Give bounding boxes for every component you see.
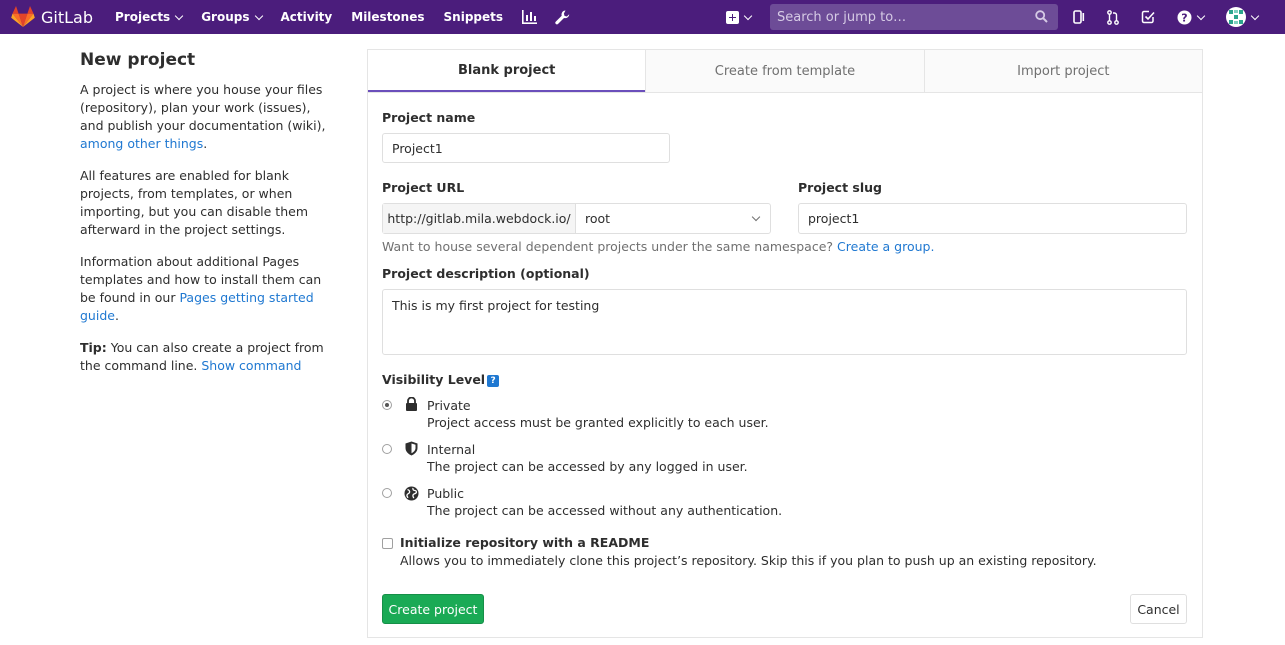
project-url-group: http://gitlab.mila.webdock.io/ root [382, 203, 771, 234]
project-slug-label: Project slug [798, 180, 882, 195]
info-paragraph-3: Information about additional Pages templ… [80, 253, 335, 325]
lock-icon [406, 397, 417, 411]
visibility-level-label: Visibility Level? [382, 372, 500, 387]
tab-blank-project[interactable]: Blank project [368, 50, 646, 92]
nav-projects-label: Projects [115, 10, 171, 24]
initialize-readme-label[interactable]: Initialize repository with a README [400, 535, 649, 550]
info-paragraph-1: A project is where you house your files … [80, 81, 335, 153]
page-title: New project [80, 50, 196, 70]
info-text-3-end: . [114, 308, 119, 323]
nav-groups-dropdown[interactable]: Groups [201, 10, 263, 24]
visibility-internal-desc: The project can be accessed by any logge… [427, 459, 748, 474]
nav-activity-link[interactable]: Activity [281, 10, 333, 24]
globe-icon [404, 486, 419, 501]
search-input[interactable] [777, 9, 1027, 25]
project-description-label: Project description (optional) [382, 266, 590, 281]
nav-milestones-link[interactable]: Milestones [351, 10, 424, 24]
info-text-1-end: . [203, 136, 208, 151]
plus-square-icon [726, 10, 739, 24]
group-help-label: Want to house several dependent projects… [382, 239, 838, 254]
namespace-value: root [585, 211, 611, 226]
issues-icon[interactable] [1073, 10, 1085, 24]
avatar [1226, 7, 1246, 27]
visibility-help-icon[interactable]: ? [487, 374, 500, 387]
new-project-panel: Blank project Create from template Impor… [367, 49, 1203, 638]
help-dropdown[interactable]: ? [1177, 10, 1206, 25]
admin-wrench-icon[interactable] [555, 10, 570, 25]
tip-label: Tip: [80, 340, 107, 355]
visibility-internal-title: Internal [427, 442, 476, 457]
initialize-readme-checkbox[interactable] [382, 538, 393, 549]
analytics-icon[interactable] [522, 10, 538, 24]
merge-request-icon[interactable] [1107, 9, 1119, 25]
new-project-info: New project A project is where you house… [80, 50, 335, 389]
cancel-button[interactable]: Cancel [1130, 594, 1187, 624]
create-project-button[interactable]: Create project [382, 594, 484, 624]
tab-import-project[interactable]: Import project [923, 50, 1202, 92]
search-icon [1035, 10, 1048, 23]
among-other-things-link[interactable]: among other things [80, 136, 203, 151]
info-paragraph-4: Tip: You can also create a project from … [80, 339, 335, 375]
project-slug-input[interactable] [798, 203, 1187, 234]
search-box[interactable] [770, 4, 1058, 30]
new-item-dropdown[interactable] [726, 10, 753, 24]
project-url-label: Project URL [382, 180, 465, 195]
chevron-down-icon [254, 11, 263, 20]
show-command-link[interactable]: Show command [201, 358, 301, 373]
create-group-link[interactable]: Create a group. [837, 239, 934, 254]
gitlab-home-link[interactable]: GitLab [11, 6, 93, 28]
visibility-internal-radio[interactable] [382, 444, 392, 454]
question-circle-icon: ? [1177, 10, 1192, 24]
info-text-1: A project is where you house your files … [80, 82, 326, 133]
chevron-down-icon [1196, 11, 1206, 20]
chevron-down-icon [743, 11, 753, 20]
visibility-level-text: Visibility Level [382, 372, 486, 387]
gitlab-logo-icon [11, 6, 35, 27]
visibility-private-radio[interactable] [382, 400, 392, 410]
initialize-readme-desc: Allows you to immediately clone this pro… [400, 553, 1097, 568]
shield-icon [405, 441, 418, 456]
info-paragraph-2: All features are enabled for blank proje… [80, 168, 308, 237]
visibility-public-desc: The project can be accessed without any … [427, 503, 783, 518]
user-menu-dropdown[interactable] [1226, 7, 1260, 27]
nav-snippets-link[interactable]: Snippets [444, 10, 504, 24]
group-help-text: Want to house several dependent projects… [382, 239, 934, 254]
chevron-down-icon [751, 212, 761, 222]
visibility-public-radio[interactable] [382, 488, 392, 498]
nav-projects-dropdown[interactable]: Projects [115, 10, 184, 24]
todos-icon[interactable] [1141, 10, 1155, 24]
namespace-select[interactable]: root [576, 204, 770, 233]
brand-name: GitLab [41, 7, 93, 27]
visibility-public-title: Public [427, 486, 464, 501]
visibility-private-desc: Project access must be granted explicitl… [427, 415, 769, 430]
project-name-input[interactable] [382, 133, 670, 163]
visibility-private-title: Private [427, 398, 471, 413]
svg-text:?: ? [1181, 11, 1187, 24]
chevron-down-icon [174, 11, 184, 20]
tab-create-from-template[interactable]: Create from template [645, 50, 924, 92]
nav-groups-label: Groups [201, 10, 250, 24]
project-tabs: Blank project Create from template Impor… [368, 50, 1202, 93]
top-navbar: GitLab Projects Groups Activity Mileston… [0, 0, 1285, 34]
project-description-textarea[interactable]: This is my first project for testing [382, 289, 1187, 355]
project-name-label: Project name [382, 110, 476, 125]
chevron-down-icon [1250, 11, 1260, 20]
url-prefix: http://gitlab.mila.webdock.io/ [383, 204, 576, 233]
